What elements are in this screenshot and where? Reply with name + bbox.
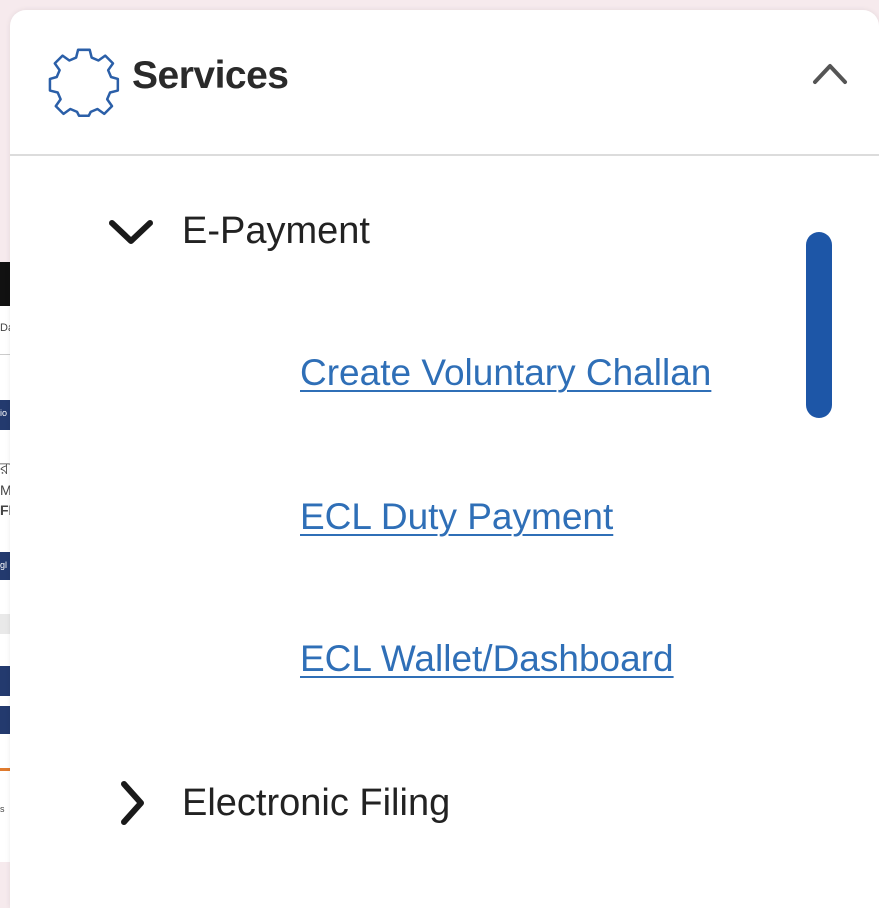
- panel-title: Services: [132, 54, 289, 97]
- scrollbar-thumb[interactable]: [806, 232, 832, 418]
- services-menu: E-Payment Create Voluntary Challan ECL D…: [10, 156, 879, 908]
- section-label: E-Payment: [182, 210, 370, 252]
- chevron-up-icon[interactable]: [812, 60, 848, 86]
- ecl-duty-payment-link[interactable]: ECL Duty Payment: [300, 496, 613, 538]
- services-panel: Services E-Payment Create Voluntary Chal…: [10, 10, 879, 908]
- background-text: s: [0, 804, 5, 814]
- chevron-down-icon: [109, 220, 153, 244]
- section-label: Electronic Filing: [182, 782, 451, 824]
- services-panel-header[interactable]: Services: [10, 10, 879, 156]
- background-text: gl: [0, 560, 8, 570]
- section-e-payment[interactable]: E-Payment: [106, 206, 486, 256]
- ecl-wallet-dashboard-link[interactable]: ECL Wallet/Dashboard: [300, 638, 674, 680]
- gear-icon: [48, 48, 120, 118]
- create-voluntary-challan-link[interactable]: Create Voluntary Challan: [300, 352, 711, 394]
- chevron-right-icon: [121, 781, 144, 825]
- background-text: io: [0, 408, 8, 418]
- section-electronic-filing[interactable]: Electronic Filing: [106, 778, 566, 828]
